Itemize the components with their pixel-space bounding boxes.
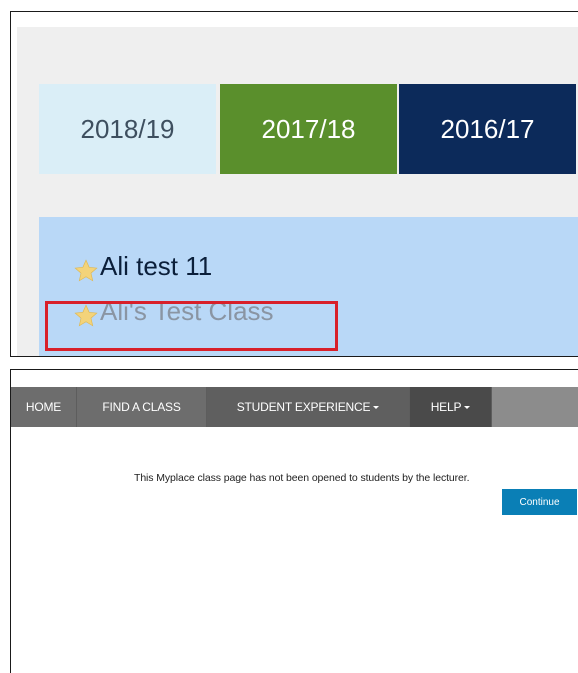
not-open-message: This Myplace class page has not been ope… [134,472,470,484]
nav-student-experience[interactable]: STUDENT EXPERIENCE [207,387,410,427]
highlight-annotation [45,301,338,351]
tab-year-2017-18[interactable]: 2017/18 [220,84,397,174]
nav-home[interactable]: HOME [11,387,77,427]
class-item-label[interactable]: Ali test 11 [100,251,212,282]
year-tabs: 2018/19 2017/18 2016/17 [39,84,576,174]
screenshot-composite: 2018/19 2017/18 2016/17 Ali test 11 Ali'… [0,0,578,673]
nav-home-label: HOME [25,400,62,414]
class-page-panel: HOME FIND A CLASS STUDENT EXPERIENCE HEL… [10,369,578,673]
continue-button[interactable]: Continue [502,489,577,515]
nav-find-a-class[interactable]: FIND A CLASS [77,387,207,427]
star-icon [74,259,98,282]
main-nav: HOME FIND A CLASS STUDENT EXPERIENCE HEL… [11,387,578,427]
tab-year-2016-17[interactable]: 2016/17 [399,84,576,174]
class-item-ali-test-11[interactable]: Ali test 11 [73,251,212,282]
nav-help-label: HELP [430,400,462,414]
caret-down-icon [464,405,471,409]
tab-year-2018-19[interactable]: 2018/19 [39,84,216,174]
nav-help[interactable]: HELP [410,387,492,427]
nav-find-label: FIND A CLASS [102,400,181,414]
nav-student-label: STUDENT EXPERIENCE [236,400,371,414]
caret-down-icon [373,405,380,409]
